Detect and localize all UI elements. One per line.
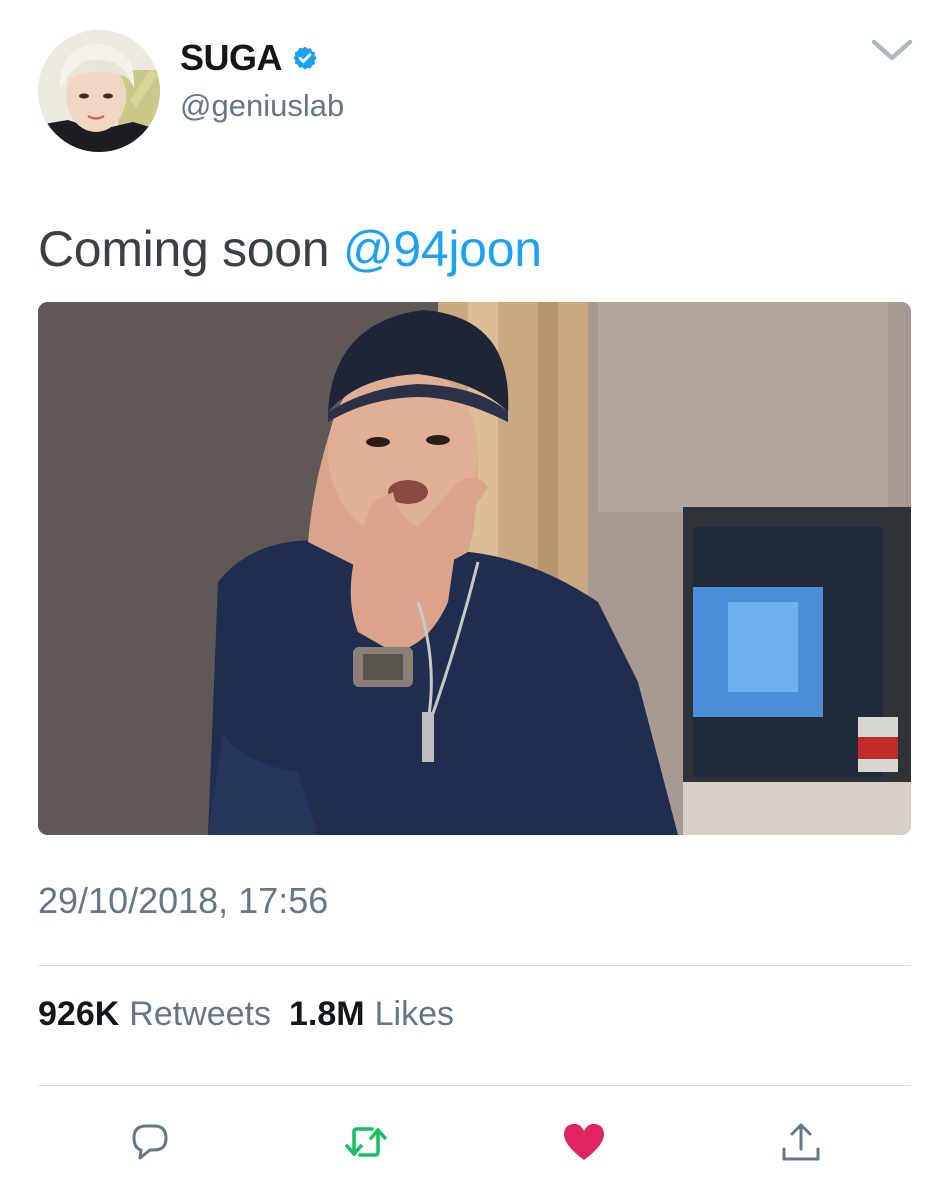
share-icon bbox=[782, 1123, 820, 1161]
tweet-timestamp[interactable]: 29/10/2018, 17:56 bbox=[38, 880, 328, 922]
tweet-text-body: Coming soon bbox=[38, 221, 343, 277]
retweets-label: Retweets bbox=[129, 995, 272, 1033]
reply-icon bbox=[132, 1124, 168, 1160]
heart-icon bbox=[564, 1123, 604, 1160]
verified-badge-icon bbox=[293, 46, 317, 70]
engagement-stats: 926K Retweets 1.8M Likes bbox=[38, 995, 454, 1034]
retweets-stat[interactable]: 926K Retweets bbox=[38, 995, 271, 1034]
avatar[interactable] bbox=[38, 30, 160, 152]
display-name[interactable]: SUGA bbox=[180, 37, 283, 79]
retweet-icon bbox=[345, 1127, 387, 1157]
like-button[interactable] bbox=[560, 1118, 608, 1166]
share-button[interactable] bbox=[777, 1118, 825, 1166]
retweet-button[interactable] bbox=[342, 1118, 390, 1166]
chevron-down-icon[interactable] bbox=[870, 36, 914, 66]
tweet-media[interactable] bbox=[38, 302, 911, 835]
divider bbox=[38, 965, 911, 966]
mention-link[interactable]: @94joon bbox=[343, 221, 542, 277]
display-name-row[interactable]: SUGA bbox=[180, 36, 318, 80]
tweet-detail: SUGA @geniuslab Coming soon @94joon 29/1… bbox=[0, 0, 949, 1200]
tweet-text: Coming soon @94joon bbox=[38, 220, 542, 278]
likes-label: Likes bbox=[374, 995, 454, 1033]
retweets-count: 926K bbox=[38, 995, 120, 1033]
likes-count: 1.8M bbox=[289, 995, 365, 1033]
likes-stat[interactable]: 1.8M Likes bbox=[289, 995, 454, 1034]
user-handle[interactable]: @geniuslab bbox=[180, 88, 344, 124]
reply-button[interactable] bbox=[126, 1118, 174, 1166]
divider bbox=[38, 1085, 911, 1086]
